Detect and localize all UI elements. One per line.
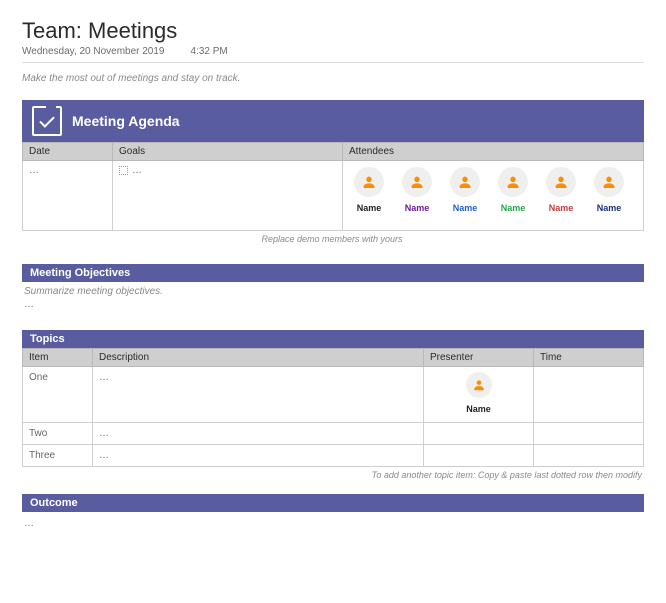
person-icon — [354, 167, 384, 197]
attendee[interactable]: Name — [349, 167, 389, 213]
topic-row[interactable]: One … Name — [23, 367, 644, 423]
page: Team: Meetings Wednesday, 20 November 20… — [0, 0, 666, 603]
page-tagline[interactable]: Make the most out of meetings and stay o… — [22, 73, 644, 84]
topic-description[interactable]: … — [93, 445, 424, 467]
topic-time[interactable] — [534, 367, 644, 423]
page-title[interactable]: Team: Meetings — [22, 18, 644, 44]
attendees-row: Name Name Name Name — [349, 165, 637, 213]
agenda-attendees-cell[interactable]: Name Name Name Name — [343, 161, 644, 231]
attendee-name: Name — [501, 203, 526, 213]
attendee[interactable]: Name — [589, 167, 629, 213]
topic-item[interactable]: Three — [23, 445, 93, 467]
topics-hint: To add another topic item: Copy & paste … — [22, 467, 644, 480]
agenda-date-cell[interactable]: … — [23, 161, 113, 231]
topic-time[interactable] — [534, 445, 644, 467]
attendee-name: Name — [549, 203, 574, 213]
attendee-name: Name — [357, 203, 382, 213]
person-icon — [594, 167, 624, 197]
attendee[interactable]: Name — [493, 167, 533, 213]
col-attendees: Attendees — [343, 143, 644, 161]
attendee-name: Name — [597, 203, 622, 213]
topics-table: Item Description Presenter Time One … Na… — [22, 348, 644, 467]
col-time: Time — [534, 349, 644, 367]
checkbox-placeholder-icon — [119, 166, 128, 175]
attendee-name: Name — [453, 203, 478, 213]
col-item: Item — [23, 349, 93, 367]
person-icon — [402, 167, 432, 197]
person-icon — [498, 167, 528, 197]
attendee-name: Name — [405, 203, 430, 213]
topic-item[interactable]: One — [23, 367, 93, 423]
topic-presenter-cell[interactable] — [424, 423, 534, 445]
col-description: Description — [93, 349, 424, 367]
presenter-name: Name — [466, 404, 491, 414]
attendee[interactable]: Name — [541, 167, 581, 213]
agenda-title: Meeting Agenda — [72, 113, 180, 129]
agenda-table: Date Goals Attendees … … Name Name — [22, 142, 644, 231]
agenda-header: Meeting Agenda — [22, 100, 644, 142]
topic-description[interactable]: … — [93, 423, 424, 445]
page-meta: Wednesday, 20 November 2019 4:32 PM — [22, 44, 644, 63]
topic-time[interactable] — [534, 423, 644, 445]
attendee[interactable]: Name — [445, 167, 485, 213]
objectives-placeholder[interactable]: Summarize meeting objectives. — [22, 282, 644, 299]
objectives-header: Meeting Objectives — [22, 264, 644, 282]
topic-presenter-cell[interactable]: Name — [424, 367, 534, 423]
objectives-title: Meeting Objectives — [30, 267, 130, 279]
attendee[interactable]: Name — [397, 167, 437, 213]
topic-description[interactable]: … — [93, 367, 424, 423]
person-icon — [466, 372, 492, 398]
outcome-header: Outcome — [22, 494, 644, 512]
topic-presenter-cell[interactable] — [424, 445, 534, 467]
page-date[interactable]: Wednesday, 20 November 2019 — [22, 46, 165, 57]
col-goals: Goals — [113, 143, 343, 161]
topic-row[interactable]: Two … — [23, 423, 644, 445]
agenda-goals-cell[interactable]: … — [113, 161, 343, 231]
topics-header: Topics — [22, 330, 644, 348]
topics-title: Topics — [30, 333, 65, 345]
col-date: Date — [23, 143, 113, 161]
objectives-content[interactable]: … — [22, 299, 644, 310]
person-icon — [450, 167, 480, 197]
attendees-hint: Replace demo members with yours — [22, 231, 644, 244]
col-presenter: Presenter — [424, 349, 534, 367]
outcome-title: Outcome — [30, 497, 78, 509]
topic-row[interactable]: Three … — [23, 445, 644, 467]
person-icon — [546, 167, 576, 197]
page-time[interactable]: 4:32 PM — [191, 46, 228, 57]
outcome-content[interactable]: … — [22, 512, 644, 535]
topic-item[interactable]: Two — [23, 423, 93, 445]
agenda-goals-text: … — [132, 165, 142, 176]
agenda-icon — [32, 106, 62, 136]
